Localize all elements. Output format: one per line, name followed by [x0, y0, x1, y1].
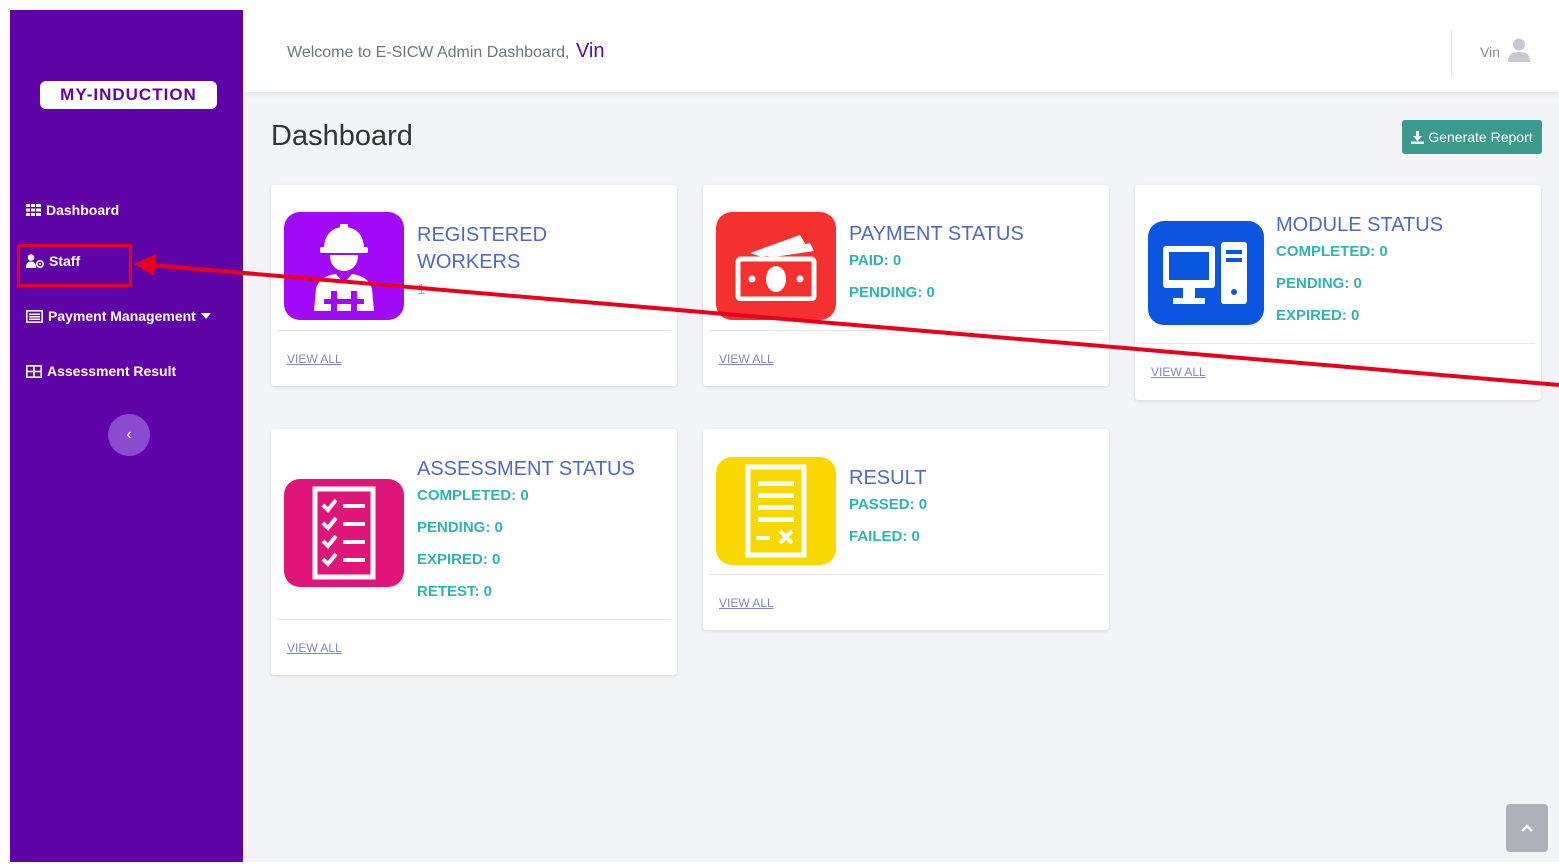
registered-workers-title: REGISTERED WORKERS [417, 222, 547, 276]
sidebar-item-payment-management[interactable]: Payment Management [26, 308, 211, 324]
annotation-highlight-box [17, 244, 132, 287]
sidebar-item-label: Dashboard [46, 202, 120, 218]
sidebar-item-dashboard[interactable]: Dashboard [26, 202, 119, 218]
sidebar-item-label: Payment Management [48, 308, 196, 324]
result-passed-stat: PASSED: 0 [849, 496, 928, 513]
assessment-completed-stat: COMPLETED: 0 [417, 487, 529, 504]
user-menu-name[interactable]: Vin [1480, 44, 1500, 60]
module-tile [1148, 221, 1264, 325]
card-divider [277, 330, 671, 331]
payment-status-card: PAYMENT STATUS PAID: 0 PENDING: 0 VIEW A… [703, 185, 1109, 386]
sidebar: MY-INDUCTION Dashboard Staff Payment Man… [10, 10, 243, 862]
payment-tile [716, 212, 836, 320]
result-failed-stat: FAILED: 0 [849, 528, 920, 545]
construction-worker-icon [314, 224, 374, 311]
cash-icon [735, 235, 817, 301]
module-status-view-all-link[interactable]: VIEW ALL [1151, 365, 1206, 379]
assessment-status-title: ASSESSMENT STATUS [417, 458, 635, 480]
brand-logo[interactable]: MY-INDUCTION [40, 81, 217, 109]
payment-status-title: PAYMENT STATUS [849, 223, 1024, 245]
payment-pending-stat: PENDING: 0 [849, 284, 935, 301]
sidebar-toggle-button[interactable]: ‹ [108, 414, 150, 456]
checklist-icon [312, 486, 376, 580]
topbar-divider [1451, 30, 1452, 76]
assessment-status-view-all-link[interactable]: VIEW ALL [287, 641, 342, 655]
generate-report-label: Generate Report [1428, 129, 1533, 145]
module-status-title: MODULE STATUS [1276, 214, 1444, 236]
module-pending-stat: PENDING: 0 [1276, 275, 1362, 292]
result-view-all-link[interactable]: VIEW ALL [719, 596, 774, 610]
sidebar-item-label: Assessment Result [47, 363, 177, 379]
welcome-username: Vin [575, 40, 605, 62]
welcome-message: Welcome to E-SICW Admin Dashboard, Vin [287, 40, 604, 63]
generate-report-button[interactable]: Generate Report [1402, 120, 1542, 154]
module-completed-stat: COMPLETED: 0 [1276, 243, 1388, 260]
chevron-left-icon: ‹ [126, 426, 132, 443]
module-status-card: MODULE STATUS COMPLETED: 0 PENDING: 0 EX… [1135, 185, 1541, 400]
result-title: RESULT [849, 467, 927, 489]
module-expired-stat: EXPIRED: 0 [1276, 307, 1360, 324]
caret-down-icon [200, 313, 211, 319]
topbar: Welcome to E-SICW Admin Dashboard, Vin V… [243, 10, 1559, 92]
scroll-to-top-button[interactable] [1506, 804, 1548, 852]
user-icon[interactable] [1508, 38, 1530, 62]
list-icon [26, 309, 43, 323]
card-divider [709, 574, 1103, 575]
assessment-expired-stat: EXPIRED: 0 [417, 551, 501, 568]
assessment-pending-stat: PENDING: 0 [417, 519, 503, 536]
card-divider [709, 330, 1103, 331]
chevron-up-icon [1521, 824, 1533, 832]
report-sheet-icon [745, 464, 807, 558]
grid-icon [26, 204, 41, 216]
screen: MY-INDUCTION Dashboard Staff Payment Man… [0, 0, 1559, 867]
payment-paid-stat: PAID: 0 [849, 252, 902, 269]
result-tile [716, 457, 836, 565]
result-card: RESULT PASSED: 0 FAILED: 0 VIEW ALL [703, 429, 1109, 630]
welcome-text: Welcome to E-SICW Admin Dashboard, [287, 44, 570, 61]
download-icon [1411, 130, 1425, 144]
sidebar-item-assessment-result[interactable]: Assessment Result [26, 363, 176, 379]
registered-workers-title-line2: WORKERS [417, 251, 521, 273]
card-divider [277, 619, 671, 620]
workers-tile [284, 212, 404, 320]
main-content: Welcome to E-SICW Admin Dashboard, Vin V… [243, 10, 1559, 862]
card-divider [1141, 343, 1535, 344]
registered-workers-title-line1: REGISTERED [417, 224, 548, 246]
assessment-tile [284, 479, 404, 587]
payment-status-view-all-link[interactable]: VIEW ALL [719, 352, 774, 366]
table-icon [26, 364, 42, 378]
registered-workers-card: REGISTERED WORKERS 1 VIEW ALL [271, 185, 677, 386]
page-title: Dashboard [271, 120, 413, 152]
registered-workers-view-all-link[interactable]: VIEW ALL [287, 352, 342, 366]
registered-workers-count: 1 [417, 281, 426, 298]
assessment-status-card: ASSESSMENT STATUS COMPLETED: 0 PENDING: … [271, 429, 677, 675]
desktop-computer-icon [1163, 242, 1247, 304]
assessment-retest-stat: RETEST: 0 [417, 583, 493, 600]
